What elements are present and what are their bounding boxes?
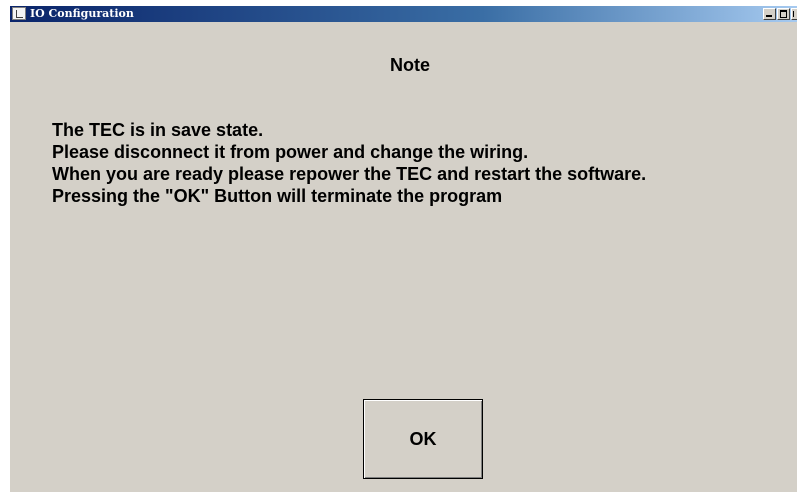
note-heading: Note [390, 55, 430, 75]
maximize-button[interactable] [777, 8, 790, 20]
close-button[interactable] [791, 8, 797, 20]
message-line: The TEC is in save state. [52, 120, 264, 140]
ok-button[interactable]: OK [363, 399, 483, 479]
message-line: When you are ready please repower the TE… [52, 164, 647, 184]
message-text: The TEC is in save state. Please disconn… [52, 119, 646, 207]
io-configuration-window: IO Configuration Note The TEC is in save… [9, 6, 797, 492]
minimize-button[interactable] [763, 8, 776, 20]
message-line: Please disconnect it from power and chan… [52, 142, 529, 162]
window-title: IO Configuration [30, 7, 134, 20]
message-line: Pressing the "OK" Button will terminate … [52, 186, 503, 206]
title-bar[interactable]: IO Configuration [10, 6, 797, 22]
app-icon[interactable] [12, 7, 26, 20]
